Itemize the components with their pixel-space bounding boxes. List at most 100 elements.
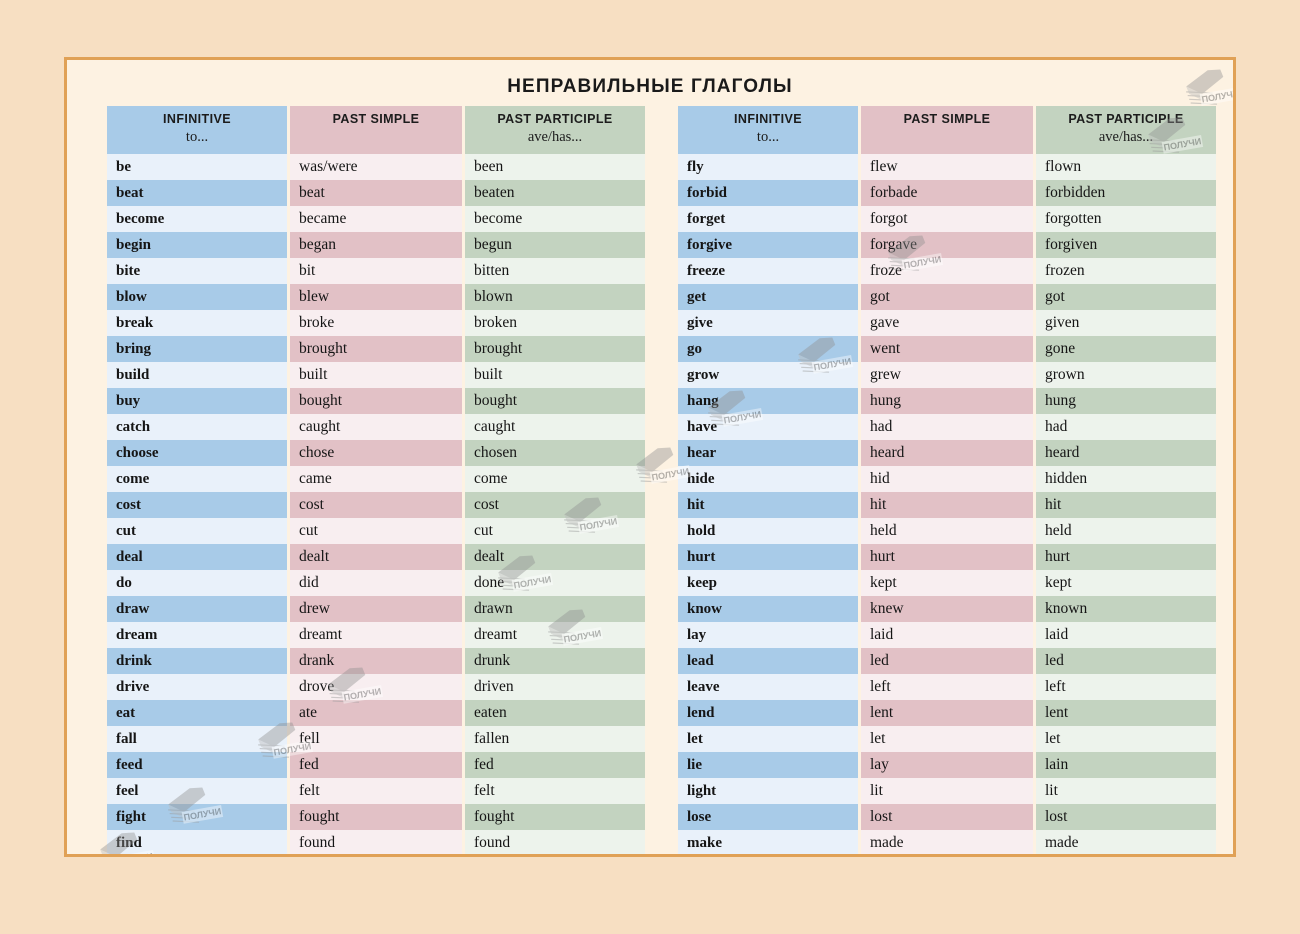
column-header-title: INFINITIVE — [734, 112, 802, 126]
table-row: cost — [465, 492, 645, 518]
table-row: hit — [1036, 492, 1216, 518]
table-row: grown — [1036, 362, 1216, 388]
table-row: dealt — [465, 544, 645, 570]
poster-panel: НЕПРАВИЛЬНЫЕ ГЛАГОЛЫ INFINITIVE to... be… — [64, 57, 1236, 857]
table-row: had — [861, 414, 1033, 440]
table-row: come — [107, 466, 287, 492]
table-row: found — [290, 830, 462, 854]
table-row: broke — [290, 310, 462, 336]
table-row: drink — [107, 648, 287, 674]
table-row: found — [465, 830, 645, 854]
table-row: flown — [1036, 154, 1216, 180]
table-row: beaten — [465, 180, 645, 206]
table-row: cost — [107, 492, 287, 518]
table-row: bite — [107, 258, 287, 284]
verb-table-right: INFINITIVE to... fly forbid forget forgive f… — [678, 106, 1216, 854]
table-row: forgot — [861, 206, 1033, 232]
column-header-subtitle: ave/has... — [527, 129, 583, 146]
table-row: came — [290, 466, 462, 492]
table-row: lead — [678, 648, 858, 674]
table-row: break — [107, 310, 287, 336]
table-row: blown — [465, 284, 645, 310]
table-row: forbade — [861, 180, 1033, 206]
column-past-simple-left: PAST SIMPLE was/were beat became began bit bl… — [290, 106, 462, 854]
table-row: made — [861, 830, 1033, 854]
table-row: grew — [861, 362, 1033, 388]
column-body: fly forbid forget forgive freeze get give go gro… — [678, 154, 858, 854]
table-row: fall — [107, 726, 287, 752]
table-row: bought — [290, 388, 462, 414]
column-body: be beat become begin bite blow break bring build… — [107, 154, 287, 854]
table-row: hidden — [1036, 466, 1216, 492]
table-row: eat — [107, 700, 287, 726]
column-past-participle-left: PAST PARTICIPLE ave/has... been beaten bec… — [465, 106, 645, 854]
verb-tables-container: INFINITIVE to... be beat become begin bite bl… — [67, 106, 1233, 854]
table-row: became — [290, 206, 462, 232]
table-row: lain — [1036, 752, 1216, 778]
table-row: forgive — [678, 232, 858, 258]
table-row: let — [861, 726, 1033, 752]
table-row: hid — [861, 466, 1033, 492]
table-row: lit — [861, 778, 1033, 804]
table-row: built — [290, 362, 462, 388]
column-header-title: INFINITIVE — [163, 112, 231, 126]
table-row: made — [1036, 830, 1216, 854]
table-row: forbidden — [1036, 180, 1216, 206]
table-row: be — [107, 154, 287, 180]
table-row: lost — [861, 804, 1033, 830]
table-row: did — [290, 570, 462, 596]
column-infinitive-right: INFINITIVE to... fly forbid forget forgive f… — [678, 106, 858, 854]
table-row: was/were — [290, 154, 462, 180]
table-row: beat — [290, 180, 462, 206]
table-row: led — [1036, 648, 1216, 674]
table-row: brought — [465, 336, 645, 362]
table-row: hurt — [861, 544, 1033, 570]
column-header-subtitle: to... — [756, 129, 780, 146]
table-row: cut — [465, 518, 645, 544]
table-row: drew — [290, 596, 462, 622]
column-past-simple-right: PAST SIMPLE flew forbade forgot forgave froz… — [861, 106, 1033, 854]
table-row: got — [1036, 284, 1216, 310]
table-row: hide — [678, 466, 858, 492]
table-row: cut — [290, 518, 462, 544]
table-row: bought — [465, 388, 645, 414]
table-row: heard — [861, 440, 1033, 466]
table-row: froze — [861, 258, 1033, 284]
table-row: eaten — [465, 700, 645, 726]
table-row: draw — [107, 596, 287, 622]
table-row: caught — [465, 414, 645, 440]
table-row: lose — [678, 804, 858, 830]
table-row: ate — [290, 700, 462, 726]
table-row: given — [1036, 310, 1216, 336]
table-row: left — [1036, 674, 1216, 700]
table-row: broken — [465, 310, 645, 336]
table-row: laid — [861, 622, 1033, 648]
table-row: hit — [861, 492, 1033, 518]
table-row: fell — [290, 726, 462, 752]
table-row: hit — [678, 492, 858, 518]
table-row: left — [861, 674, 1033, 700]
table-row: driven — [465, 674, 645, 700]
column-body: flew forbade forgot forgave froze got gave went… — [861, 154, 1033, 854]
table-row: become — [465, 206, 645, 232]
table-row: fallen — [465, 726, 645, 752]
column-header-title: PAST PARTICIPLE — [1068, 112, 1184, 126]
table-row: lit — [1036, 778, 1216, 804]
table-row: drive — [107, 674, 287, 700]
table-row: hold — [678, 518, 858, 544]
table-row: fed — [290, 752, 462, 778]
table-row: make — [678, 830, 858, 854]
table-row: blew — [290, 284, 462, 310]
table-row: get — [678, 284, 858, 310]
table-row: lay — [678, 622, 858, 648]
table-separator — [645, 106, 678, 854]
table-row: forgotten — [1036, 206, 1216, 232]
table-row: blow — [107, 284, 287, 310]
table-row: got — [861, 284, 1033, 310]
table-row: fed — [465, 752, 645, 778]
table-row: forgave — [861, 232, 1033, 258]
column-header-infinitive: INFINITIVE to... — [678, 106, 858, 154]
column-header-subtitle: to... — [185, 129, 209, 146]
table-row: feel — [107, 778, 287, 804]
table-row: begun — [465, 232, 645, 258]
